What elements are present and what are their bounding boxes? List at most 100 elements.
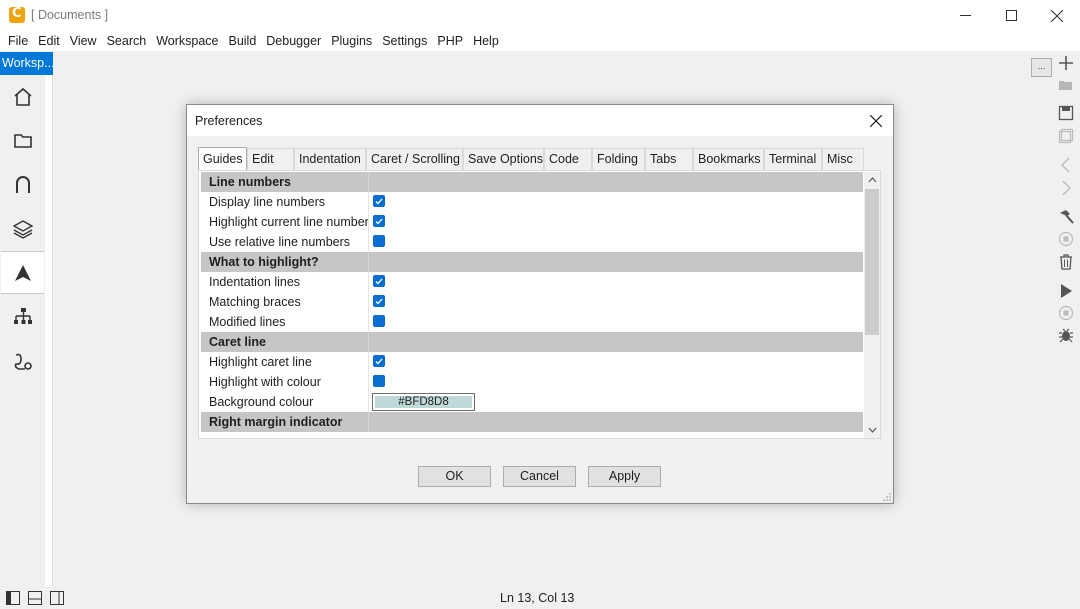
tab-terminal[interactable]: Terminal xyxy=(764,148,822,171)
home-button[interactable] xyxy=(1,75,44,118)
chevron-down-icon xyxy=(868,427,876,433)
plugin-button[interactable] xyxy=(1,339,44,382)
plugin-icon xyxy=(14,353,32,370)
save-button[interactable] xyxy=(1056,103,1076,123)
menu-workspace[interactable]: Workspace xyxy=(151,31,223,51)
menu-plugins[interactable]: Plugins xyxy=(326,31,377,51)
hierarchy-button[interactable] xyxy=(1,295,44,338)
section-right-margin-indicator: Right margin indicator xyxy=(201,412,863,432)
menu-search[interactable]: Search xyxy=(102,31,152,51)
menu-view[interactable]: View xyxy=(65,31,102,51)
close-window-button[interactable] xyxy=(1034,0,1080,31)
warning-button[interactable] xyxy=(1,251,44,294)
magnet-button[interactable] xyxy=(1,163,44,206)
menu-php[interactable]: PHP xyxy=(432,31,468,51)
status-bar: Ln 13, Col 13 xyxy=(0,587,1080,609)
hierarchy-icon xyxy=(13,307,32,324)
right-panel-icon[interactable] xyxy=(50,591,64,605)
left-panel-icon[interactable] xyxy=(6,591,20,605)
workspace-panel xyxy=(45,75,53,587)
workspace-tab[interactable]: Worksp... xyxy=(0,52,53,75)
trash-icon xyxy=(1060,254,1072,270)
forward-button[interactable] xyxy=(1056,178,1076,198)
run-button[interactable] xyxy=(1056,281,1076,301)
menu-debugger[interactable]: Debugger xyxy=(261,31,326,51)
tab-save-options[interactable]: Save Options xyxy=(463,148,544,171)
minimize-icon xyxy=(959,15,971,16)
tab-indentation[interactable]: Indentation xyxy=(294,148,366,171)
tab-misc[interactable]: Misc xyxy=(822,148,864,171)
forward-arrow-icon xyxy=(1062,180,1071,196)
stop-build-button[interactable] xyxy=(1056,229,1076,249)
title-bar: [ Documents ] xyxy=(0,0,1080,31)
build-button[interactable] xyxy=(1056,207,1076,227)
menu-edit[interactable]: Edit xyxy=(33,31,65,51)
vertical-scrollbar[interactable] xyxy=(864,172,880,438)
guides-pane: Line numbers Display line numbers Highli… xyxy=(198,170,881,439)
scroll-thumb[interactable] xyxy=(865,189,879,335)
section-caret-line: Caret line xyxy=(201,332,863,352)
checkmark-icon xyxy=(375,358,383,364)
use-relative-line-numbers-checkbox[interactable] xyxy=(373,235,385,247)
bug-icon xyxy=(1059,328,1073,343)
colour-value: #BFD8D8 xyxy=(375,396,472,408)
checkmark-icon xyxy=(375,298,383,304)
tab-tabs[interactable]: Tabs xyxy=(645,148,693,171)
row-highlight-with-colour: Highlight with colour xyxy=(201,372,863,392)
open-folder-button[interactable] xyxy=(1056,75,1076,95)
ok-button[interactable]: OK xyxy=(418,466,491,487)
scroll-up-button[interactable] xyxy=(864,172,880,188)
row-label: Highlight current line number xyxy=(209,215,369,229)
row-display-line-numbers: Display line numbers xyxy=(201,192,863,212)
highlight-caret-line-checkbox[interactable] xyxy=(373,355,385,367)
hammer-icon xyxy=(1060,210,1074,224)
minimize-button[interactable] xyxy=(942,0,988,31)
layers-button[interactable] xyxy=(1,207,44,250)
dialog-title: Preferences xyxy=(195,114,263,128)
maximize-button[interactable] xyxy=(988,0,1034,31)
clean-button[interactable] xyxy=(1056,252,1076,272)
cursor-position: Ln 13, Col 13 xyxy=(500,591,575,605)
highlight-current-line-number-checkbox[interactable] xyxy=(373,215,385,227)
tab-folding[interactable]: Folding xyxy=(592,148,645,171)
stop-run-button[interactable] xyxy=(1056,303,1076,323)
more-options-button[interactable]: ... xyxy=(1031,58,1052,77)
row-highlight-caret-line: Highlight caret line xyxy=(201,352,863,372)
tab-code[interactable]: Code xyxy=(544,148,592,171)
matching-braces-checkbox[interactable] xyxy=(373,295,385,307)
section-what-to-highlight: What to highlight? xyxy=(201,252,863,272)
stop-circle-icon xyxy=(1058,231,1074,247)
close-icon xyxy=(1051,9,1063,22)
background-colour-picker[interactable]: #BFD8D8 xyxy=(372,393,475,411)
menu-file[interactable]: File xyxy=(3,31,33,51)
row-label: Modified lines xyxy=(209,315,286,329)
folder-button[interactable] xyxy=(1,119,44,162)
cancel-button[interactable]: Cancel xyxy=(503,466,576,487)
bottom-panel-icon[interactable] xyxy=(28,591,42,605)
save-copy-button[interactable] xyxy=(1056,126,1076,146)
new-file-button[interactable] xyxy=(1056,53,1076,73)
section-line-numbers: Line numbers xyxy=(201,172,863,192)
debug-button[interactable] xyxy=(1056,325,1076,345)
back-button[interactable] xyxy=(1056,155,1076,175)
indentation-lines-checkbox[interactable] xyxy=(373,275,385,287)
display-line-numbers-checkbox[interactable] xyxy=(373,195,385,207)
menu-build[interactable]: Build xyxy=(223,31,261,51)
tab-guides[interactable]: Guides xyxy=(198,147,247,171)
tab-edit[interactable]: Edit xyxy=(247,148,294,171)
magnet-icon xyxy=(15,175,30,193)
highlight-with-colour-checkbox[interactable] xyxy=(373,375,385,387)
apply-button[interactable]: Apply xyxy=(588,466,661,487)
modified-lines-checkbox[interactable] xyxy=(373,315,385,327)
save-copy-icon xyxy=(1058,128,1074,144)
tab-bookmarks[interactable]: Bookmarks xyxy=(693,148,764,171)
row-label: Matching braces xyxy=(209,295,301,309)
menu-settings[interactable]: Settings xyxy=(377,31,432,51)
resize-grip-icon[interactable] xyxy=(883,493,891,501)
menu-help[interactable]: Help xyxy=(468,31,504,51)
back-arrow-icon xyxy=(1061,157,1070,173)
tab-caret-scrolling[interactable]: Caret / Scrolling xyxy=(366,148,463,171)
dialog-close-button[interactable] xyxy=(865,110,887,132)
scroll-down-button[interactable] xyxy=(864,422,880,438)
row-indentation-lines: Indentation lines xyxy=(201,272,863,292)
